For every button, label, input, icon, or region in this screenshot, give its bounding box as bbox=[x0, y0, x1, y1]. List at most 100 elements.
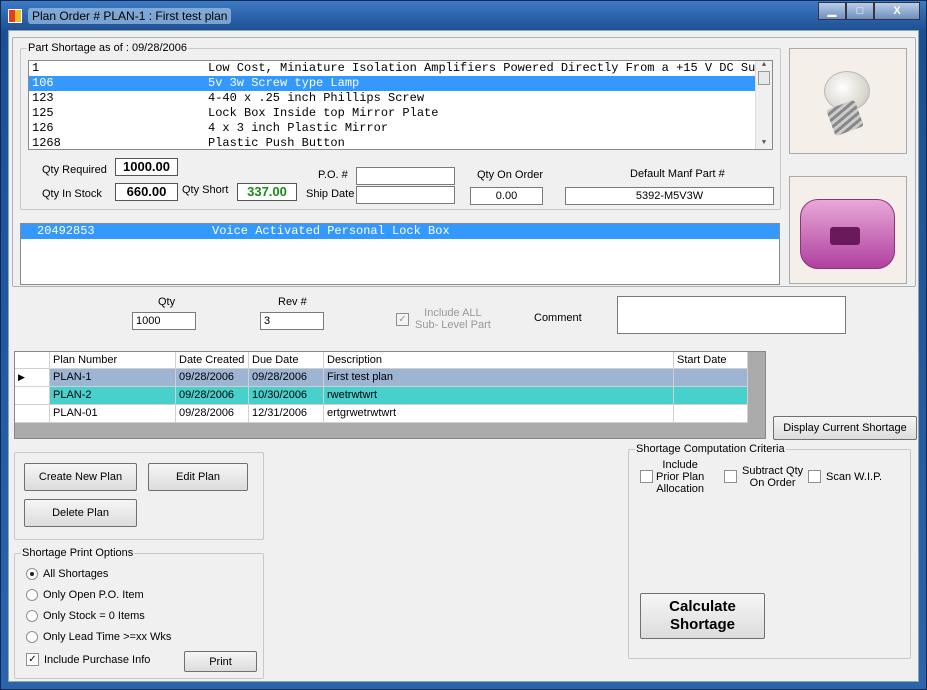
cell-created: 09/28/2006 bbox=[176, 369, 249, 387]
print-button[interactable]: Print bbox=[184, 651, 257, 672]
lock-box-image bbox=[789, 176, 907, 284]
po-label: P.O. # bbox=[318, 169, 348, 181]
cell-desc: ertgrwetrwtwrt bbox=[324, 405, 674, 423]
column-header[interactable]: Due Date bbox=[249, 352, 324, 369]
delete-plan-button[interactable]: Delete Plan bbox=[24, 499, 137, 527]
table-row[interactable]: ▶ PLAN-1 09/28/2006 09/28/2006 First test pl… bbox=[15, 369, 748, 387]
cell-desc: First test plan bbox=[324, 369, 674, 387]
cell-created: 09/28/2006 bbox=[176, 387, 249, 405]
cell-plan: PLAN-01 bbox=[50, 405, 176, 423]
cell-due: 10/30/2006 bbox=[249, 387, 324, 405]
list-item[interactable]: 1268 Plastic Push Button bbox=[29, 136, 772, 150]
edit-plan-button[interactable]: Edit Plan bbox=[148, 463, 248, 491]
part-number: 125 bbox=[32, 106, 54, 120]
print-option-radio[interactable] bbox=[26, 610, 38, 622]
part-number: 106 bbox=[32, 76, 54, 90]
qty-required-label: Qty Required bbox=[42, 164, 107, 176]
list-item[interactable]: 20492853 Voice Activated Personal Lock B… bbox=[21, 224, 779, 239]
assembly-part: 20492853 bbox=[37, 224, 95, 238]
table-row[interactable]: PLAN-2 09/28/2006 10/30/2006 rwetrwtwrt bbox=[15, 387, 748, 405]
display-current-shortage-button[interactable]: Display Current Shortage bbox=[773, 416, 917, 440]
cell-due: 12/31/2006 bbox=[249, 405, 324, 423]
column-header[interactable]: Start Date bbox=[674, 352, 748, 369]
subtract-qty-checkbox[interactable] bbox=[724, 470, 737, 483]
scrollbar[interactable]: ▲ ▼ bbox=[755, 61, 772, 149]
assembly-desc: Voice Activated Personal Lock Box bbox=[212, 224, 450, 238]
rev-input[interactable]: 3 bbox=[260, 312, 324, 330]
prior-plan-label: Include Prior Plan Allocation bbox=[656, 459, 705, 495]
print-option-label: Only Lead Time >=xx Wks bbox=[43, 631, 172, 643]
print-options-legend: Shortage Print Options bbox=[21, 547, 135, 559]
table-row[interactable]: PLAN-01 09/28/2006 12/31/2006 ertgrwetrwtwr… bbox=[15, 405, 748, 423]
part-number: 1 bbox=[32, 61, 40, 75]
manf-part-field: 5392-M5V3W bbox=[565, 187, 774, 205]
part-shortage-list[interactable]: 1 Low Cost, Miniature Isolation Amplifier… bbox=[28, 60, 773, 150]
qty-in-stock-value: 660.00 bbox=[115, 183, 178, 201]
lamp-image bbox=[789, 48, 907, 154]
po-field[interactable] bbox=[356, 167, 455, 185]
row-header[interactable] bbox=[15, 405, 50, 423]
rev-label: Rev # bbox=[278, 296, 307, 308]
part-description: 4 x 3 inch Plastic Mirror bbox=[208, 121, 389, 135]
comment-label: Comment bbox=[534, 312, 582, 324]
scroll-up-icon[interactable]: ▲ bbox=[756, 61, 772, 69]
cell-start bbox=[674, 387, 748, 405]
create-new-plan-button[interactable]: Create New Plan bbox=[24, 463, 137, 491]
qty-on-order-label: Qty On Order bbox=[477, 169, 544, 181]
part-description: 4-40 x .25 inch Phillips Screw bbox=[208, 91, 425, 105]
list-item[interactable]: 106 5v 3w Screw type Lamp bbox=[29, 76, 772, 91]
list-item[interactable]: 126 4 x 3 inch Plastic Mirror bbox=[29, 121, 772, 136]
assembly-list[interactable]: 20492853 Voice Activated Personal Lock B… bbox=[20, 223, 780, 285]
column-header[interactable]: Date Created bbox=[176, 352, 249, 369]
list-item[interactable]: 125 Lock Box Inside top Mirror Plate bbox=[29, 106, 772, 121]
row-header[interactable] bbox=[15, 387, 50, 405]
plans-grid[interactable]: Plan Number Date Created Due Date Descripti… bbox=[14, 351, 766, 439]
cell-created: 09/28/2006 bbox=[176, 405, 249, 423]
include-purchase-label: Include Purchase Info bbox=[44, 654, 151, 666]
print-option-label: Only Open P.O. Item bbox=[43, 589, 144, 601]
include-purchase-checkbox[interactable]: ✓ bbox=[26, 653, 39, 666]
include-all-label: Include ALL Sub- Level Part bbox=[415, 307, 491, 331]
cell-plan: PLAN-1 bbox=[50, 369, 176, 387]
part-description: 5v 3w Screw type Lamp bbox=[208, 76, 360, 90]
close-button[interactable]: X bbox=[874, 2, 920, 20]
part-number: 126 bbox=[32, 121, 54, 135]
qty-input[interactable]: 1000 bbox=[132, 312, 196, 330]
part-description: Low Cost, Miniature Isolation Amplifiers… bbox=[208, 61, 770, 75]
qty-short-label: Qty Short bbox=[182, 184, 229, 196]
scroll-thumb[interactable] bbox=[758, 71, 770, 85]
subtract-qty-label: Subtract Qty On Order bbox=[742, 465, 804, 489]
scan-wip-checkbox[interactable] bbox=[808, 470, 821, 483]
cell-plan: PLAN-2 bbox=[50, 387, 176, 405]
print-option-label: All Shortages bbox=[43, 568, 109, 580]
part-number: 123 bbox=[32, 91, 54, 105]
print-option-radio[interactable] bbox=[26, 568, 38, 580]
current-row-arrow-icon[interactable]: ▶ bbox=[15, 369, 50, 387]
cell-due: 09/28/2006 bbox=[249, 369, 324, 387]
scan-wip-label: Scan W.I.P. bbox=[826, 471, 883, 483]
qty-on-order-field: 0.00 bbox=[470, 187, 543, 205]
part-description: Lock Box Inside top Mirror Plate bbox=[208, 106, 439, 120]
minimize-button[interactable]: ▁ bbox=[818, 2, 846, 20]
prior-plan-checkbox[interactable] bbox=[640, 470, 653, 483]
qty-in-stock-label: Qty In Stock bbox=[42, 188, 102, 200]
qty-short-value: 337.00 bbox=[237, 183, 297, 201]
print-option-radio[interactable] bbox=[26, 631, 38, 643]
column-header[interactable]: Plan Number bbox=[50, 352, 176, 369]
maximize-button[interactable]: □ bbox=[846, 2, 874, 20]
cell-start bbox=[674, 369, 748, 387]
scroll-down-icon[interactable]: ▼ bbox=[756, 139, 772, 147]
print-option-radio[interactable] bbox=[26, 589, 38, 601]
calculate-shortage-button[interactable]: Calculate Shortage bbox=[640, 593, 765, 639]
row-header-corner bbox=[15, 352, 50, 369]
print-option-label: Only Stock = 0 Items bbox=[43, 610, 145, 622]
list-item[interactable]: 123 4-40 x .25 inch Phillips Screw bbox=[29, 91, 772, 106]
comment-field[interactable] bbox=[617, 296, 846, 334]
include-all-checkbox[interactable]: ✓ bbox=[396, 313, 409, 326]
title-bar: Plan Order # PLAN-1 : First test plan bbox=[8, 6, 232, 26]
app-icon bbox=[8, 9, 22, 23]
ship-date-field[interactable] bbox=[356, 186, 455, 204]
column-header[interactable]: Description bbox=[324, 352, 674, 369]
list-item[interactable]: 1 Low Cost, Miniature Isolation Amplifier… bbox=[29, 61, 772, 76]
part-number: 1268 bbox=[32, 136, 61, 150]
